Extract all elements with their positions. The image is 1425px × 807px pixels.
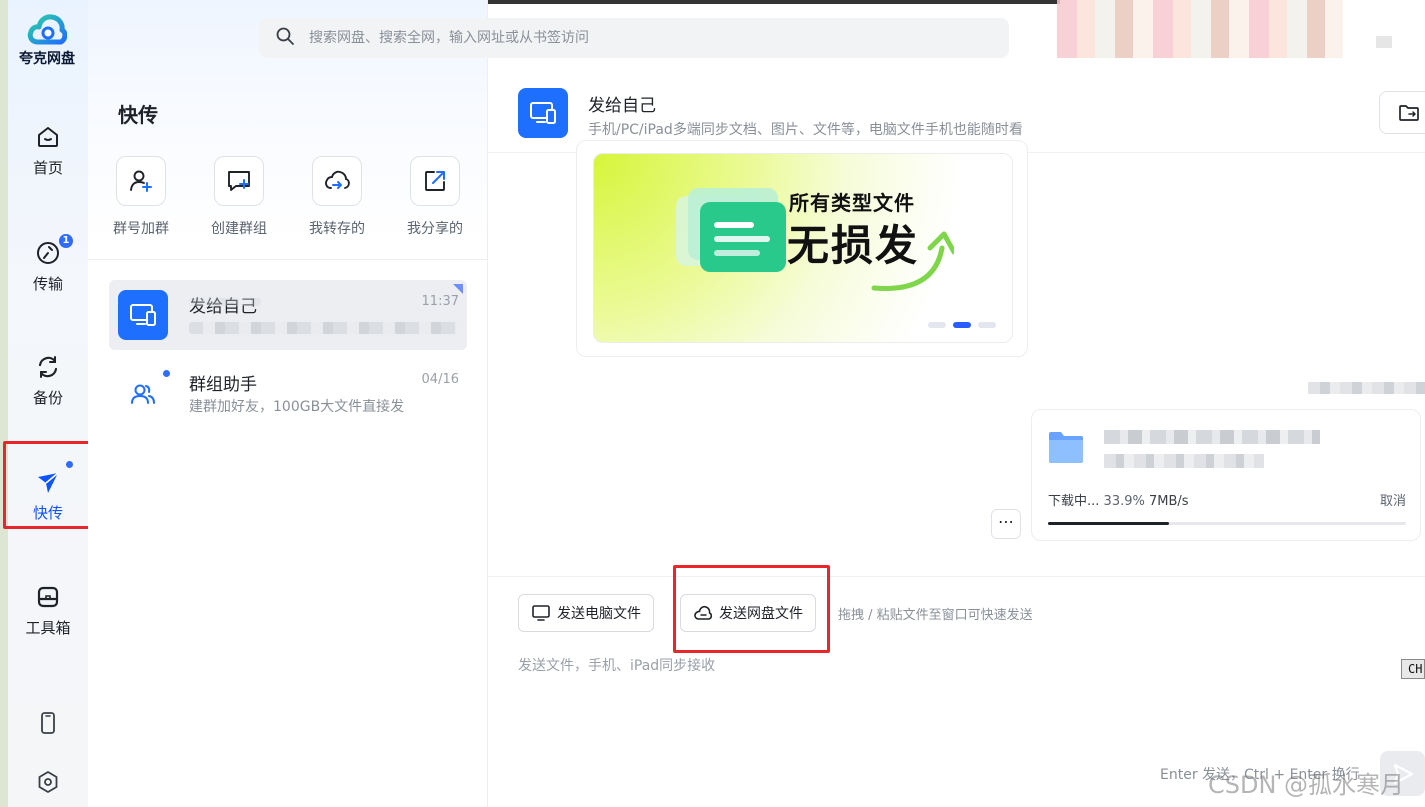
chat-add-icon <box>214 156 264 206</box>
promo-banner[interactable]: 所有类型文件 无损发 <box>593 153 1013 343</box>
send-arrow-icon <box>1393 763 1413 784</box>
open-folder-button[interactable] <box>1379 91 1425 134</box>
quick-action-label: 创建群组 <box>211 221 267 237</box>
cancel-download-button[interactable]: 取消 <box>1380 490 1406 509</box>
conversation-group-assistant[interactable]: 群组助手 04/16 建群加好友，100GB大文件直接发 <box>109 358 467 428</box>
backup-icon <box>35 354 61 380</box>
desktop-edge <box>0 0 8 807</box>
send-pc-file-label: 发送电脑文件 <box>557 606 641 622</box>
share-out-icon <box>410 156 460 206</box>
quick-action-label: 我分享的 <box>407 221 463 237</box>
home-icon <box>35 124 61 150</box>
monitor-phone-icon <box>118 290 168 340</box>
file-folder-illustration <box>676 188 786 272</box>
folder-icon <box>1399 104 1419 121</box>
file-size-redacted <box>1104 454 1264 468</box>
download-progress-fill <box>1048 522 1170 525</box>
settings-icon <box>35 769 61 795</box>
transfer-icon: 1 <box>35 234 73 266</box>
download-speed: 7MB/s <box>1149 494 1189 509</box>
download-percent: 33.9% <box>1103 494 1145 509</box>
composer-divider <box>488 576 1425 577</box>
pager-dot-active[interactable] <box>953 322 971 328</box>
conversation-send-to-self[interactable]: 发给自己 11:37 <box>109 280 467 350</box>
folder-file-icon <box>1049 432 1083 463</box>
nav-home-label: 首页 <box>32 159 63 177</box>
conversation-name: 群组助手 <box>189 375 257 395</box>
nav-home[interactable]: 首页 <box>8 124 88 178</box>
nav-toolbox-label: 工具箱 <box>25 619 71 637</box>
conversation-preview: 建群加好友，100GB大文件直接发 <box>189 399 405 415</box>
chat-title: 发给自己 <box>588 96 656 116</box>
app-logo[interactable]: 夸克网盘 <box>18 12 76 68</box>
monitor-icon <box>532 605 550 621</box>
nav-transfer[interactable]: 1 传输 <box>8 234 88 294</box>
quick-action-join-group[interactable]: 群号加群 <box>101 156 181 238</box>
search-icon <box>275 26 295 50</box>
file-name-redacted <box>1104 430 1320 444</box>
conversation-preview-redacted <box>189 322 457 334</box>
highlight-box-quick-transfer <box>3 441 99 529</box>
message-sender-redacted <box>1308 382 1425 394</box>
nav-settings[interactable] <box>8 769 88 802</box>
download-status: 下载中... 33.9% 7MB/s <box>1048 490 1189 509</box>
nav-backup[interactable]: 备份 <box>8 354 88 408</box>
pager-dot[interactable] <box>978 322 996 328</box>
window-control-redacted <box>1376 36 1392 48</box>
quark-cloud-icon <box>27 14 67 45</box>
ime-indicator: CH <box>1401 659 1425 679</box>
search-bar[interactable] <box>259 18 1009 58</box>
quick-transfer-panel: 快传 群号加群 创建群组 我转存的 我分享的 发给自己 11:37 群组助手 0… <box>88 0 488 807</box>
nav-mobile[interactable] <box>8 710 88 743</box>
quick-action-create-group[interactable]: 创建群组 <box>199 156 279 238</box>
chat-avatar <box>518 88 568 138</box>
toolbox-icon <box>35 584 61 610</box>
monitor-phone-icon <box>530 102 556 124</box>
group-users-icon <box>118 368 170 418</box>
drag-paste-hint: 拖拽 / 粘贴文件至窗口可快速发送 <box>838 608 1033 623</box>
user-add-icon <box>116 156 166 206</box>
download-progress-bar <box>1048 522 1406 525</box>
cloud-transfer-icon <box>312 156 362 206</box>
pager-dot[interactable] <box>928 322 946 328</box>
quick-action-my-shared[interactable]: 我分享的 <box>395 156 475 238</box>
phone-icon <box>35 710 61 736</box>
conversation-time: 04/16 <box>421 372 459 387</box>
promo-message-card: 所有类型文件 无损发 <box>576 140 1028 357</box>
send-button[interactable] <box>1380 751 1425 796</box>
name-redaction <box>189 298 261 306</box>
quick-action-my-saved[interactable]: 我转存的 <box>297 156 377 238</box>
app-name: 夸克网盘 <box>19 51 75 67</box>
nav-toolbox[interactable]: 工具箱 <box>8 584 88 638</box>
download-status-text: 下载中... <box>1048 494 1100 509</box>
nav-transfer-label: 传输 <box>32 275 63 293</box>
pinned-corner <box>453 284 463 294</box>
swoosh-arrow-icon <box>871 231 954 291</box>
file-message-card[interactable]: 下载中... 33.9% 7MB/s 取消 <box>1031 409 1421 541</box>
transfer-badge: 1 <box>59 234 73 248</box>
highlight-box-send-cloud-file <box>673 565 830 653</box>
banner-pager[interactable] <box>928 322 996 328</box>
panel-divider <box>88 259 488 260</box>
more-options-button[interactable]: ⋯ <box>991 509 1021 539</box>
quick-action-label: 我转存的 <box>309 221 365 237</box>
shortcut-hint: Enter 发送，Ctrl + Enter 换行 <box>1160 767 1360 783</box>
search-input[interactable] <box>309 30 989 46</box>
message-input[interactable] <box>518 655 1378 745</box>
conversation-time: 11:37 <box>421 294 459 309</box>
user-profile-redacted <box>1057 0 1343 58</box>
panel-title: 快传 <box>118 103 158 127</box>
chat-subtitle: 手机/PC/iPad多端同步文档、图片、文件等，电脑文件手机也能随时看 <box>588 122 1023 138</box>
unread-dot <box>163 370 170 377</box>
send-pc-file-button[interactable]: 发送电脑文件 <box>518 594 654 632</box>
nav-backup-label: 备份 <box>32 389 63 407</box>
nav-rail: 夸克网盘 首页 1 传输 备份 快传 工具箱 <box>0 0 88 807</box>
quick-action-label: 群号加群 <box>113 221 169 237</box>
